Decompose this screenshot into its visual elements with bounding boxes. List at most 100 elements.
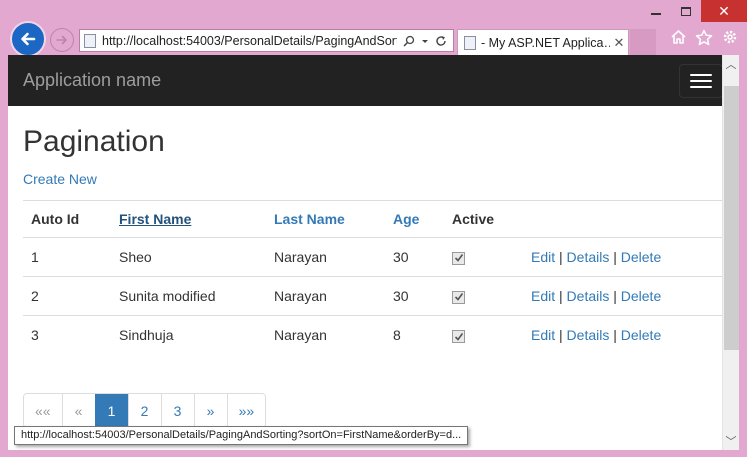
cell-actions: Edit | Details | Delete [523, 237, 723, 277]
header-auto-id: Auto Id [23, 200, 111, 238]
cell-active [444, 315, 523, 355]
separator: | [613, 288, 617, 304]
window-controls: ✕ [641, 0, 747, 24]
navbar-brand[interactable]: Application name [23, 70, 161, 91]
cell-first-name: Sindhuja [111, 315, 266, 355]
cell-id: 2 [23, 276, 111, 316]
separator: | [559, 288, 563, 304]
refresh-icon[interactable] [435, 35, 447, 47]
cell-age: 8 [385, 315, 444, 355]
header-first-name[interactable]: First Name [111, 200, 266, 238]
checkmark-icon [454, 293, 463, 302]
vertical-scrollbar[interactable]: ︿ ﹀ [722, 55, 739, 450]
table-header-row: Auto Id First Name Last Name Age Active [23, 200, 723, 238]
navbar-toggle-button[interactable] [679, 63, 723, 98]
back-arrow-icon [21, 32, 36, 46]
separator: | [613, 249, 617, 265]
search-icon[interactable] [403, 35, 415, 47]
cell-age: 30 [385, 237, 444, 277]
page-1-button[interactable]: 1 [94, 394, 128, 427]
records-table: Auto Id First Name Last Name Age Active … [23, 200, 723, 355]
page-icon [84, 33, 96, 48]
edit-link[interactable]: Edit [531, 288, 555, 304]
header-age[interactable]: Age [385, 200, 444, 238]
checkmark-icon [454, 332, 463, 341]
last-page-button[interactable]: »» [226, 394, 266, 427]
header-active: Active [444, 200, 523, 238]
cell-actions: Edit | Details | Delete [523, 276, 723, 316]
delete-link[interactable]: Delete [621, 249, 661, 265]
page-title: Pagination [23, 125, 165, 158]
edit-link[interactable]: Edit [531, 327, 555, 343]
maximize-button[interactable] [671, 0, 701, 22]
tab-close-icon[interactable]: ✕ [610, 35, 628, 51]
details-link[interactable]: Details [567, 288, 610, 304]
delete-link[interactable]: Delete [621, 327, 661, 343]
table-row: 1 Sheo Narayan 30 Edit | Details | Delet… [23, 237, 723, 277]
page-viewport: Application name Pagination Create New A… [8, 55, 739, 450]
address-bar[interactable]: http://localhost:54003/PersonalDetails/P… [79, 29, 454, 52]
active-checkbox [452, 330, 465, 344]
settings-gear-icon[interactable] [721, 28, 739, 46]
main-content: Pagination Create New Auto Id First Name… [8, 124, 739, 355]
separator: | [613, 327, 617, 344]
checkmark-icon [454, 254, 463, 263]
forward-arrow-icon [56, 35, 67, 45]
pagination: «« « 1 2 3 » »» [23, 393, 267, 428]
page-3-button[interactable]: 3 [160, 394, 194, 427]
hamburger-bar [690, 85, 712, 88]
separator: | [559, 327, 563, 344]
favorites-star-icon[interactable] [695, 28, 713, 46]
close-icon: ✕ [718, 2, 730, 19]
previous-page-button[interactable]: « [61, 394, 95, 427]
maximize-icon [681, 6, 691, 16]
hamburger-bar [690, 73, 712, 76]
create-new-link[interactable]: Create New [23, 171, 97, 187]
tab-page-icon [464, 35, 476, 50]
tab-title: - My ASP.NET Applica… [481, 35, 610, 50]
hamburger-bar [690, 79, 712, 82]
minimize-button[interactable] [641, 0, 671, 22]
page-2-button[interactable]: 2 [127, 394, 161, 427]
address-tools [397, 35, 453, 47]
cell-id: 1 [23, 237, 111, 277]
edit-link[interactable]: Edit [531, 249, 555, 265]
next-page-button[interactable]: » [193, 394, 227, 427]
sort-last-name-link[interactable]: Last Name [274, 211, 345, 227]
minimize-icon [651, 13, 661, 15]
table-row: 2 Sunita modified Narayan 30 Edit | Deta… [23, 276, 723, 316]
header-last-name[interactable]: Last Name [266, 200, 385, 238]
scroll-up-icon[interactable]: ︿ [723, 55, 739, 73]
sort-age-link[interactable]: Age [393, 211, 419, 227]
scroll-down-icon[interactable]: ﹀ [723, 432, 739, 450]
forward-button[interactable] [50, 28, 74, 52]
scrollbar-thumb[interactable] [724, 86, 739, 350]
close-window-button[interactable]: ✕ [701, 0, 747, 22]
cell-last-name: Narayan [266, 237, 385, 277]
back-button[interactable] [10, 21, 46, 57]
cell-actions: Edit | Details | Delete [523, 315, 723, 355]
table-row: 3 Sindhuja Narayan 8 Edit | Details | De… [23, 315, 723, 355]
active-checkbox [452, 251, 465, 265]
active-checkbox [452, 290, 465, 304]
cell-active [444, 237, 523, 277]
delete-link[interactable]: Delete [621, 288, 661, 304]
cell-last-name: Narayan [266, 315, 385, 355]
first-page-button[interactable]: «« [24, 394, 62, 427]
home-icon[interactable] [669, 28, 687, 46]
address-text[interactable]: http://localhost:54003/PersonalDetails/P… [102, 34, 397, 48]
cell-id: 3 [23, 315, 111, 355]
cell-active [444, 276, 523, 316]
browser-tab[interactable]: - My ASP.NET Applica… ✕ [457, 29, 629, 55]
details-link[interactable]: Details [567, 249, 610, 265]
cell-first-name: Sunita modified [111, 276, 266, 316]
details-link[interactable]: Details [567, 327, 610, 343]
dropdown-icon[interactable] [421, 35, 429, 47]
new-tab-button[interactable] [630, 29, 656, 55]
browser-toolbar [669, 28, 739, 46]
separator: | [559, 249, 563, 265]
sort-first-name-link[interactable]: First Name [119, 211, 191, 227]
cell-last-name: Narayan [266, 276, 385, 316]
status-url-tooltip: http://localhost:54003/PersonalDetails/P… [14, 426, 469, 445]
header-actions [523, 200, 723, 238]
